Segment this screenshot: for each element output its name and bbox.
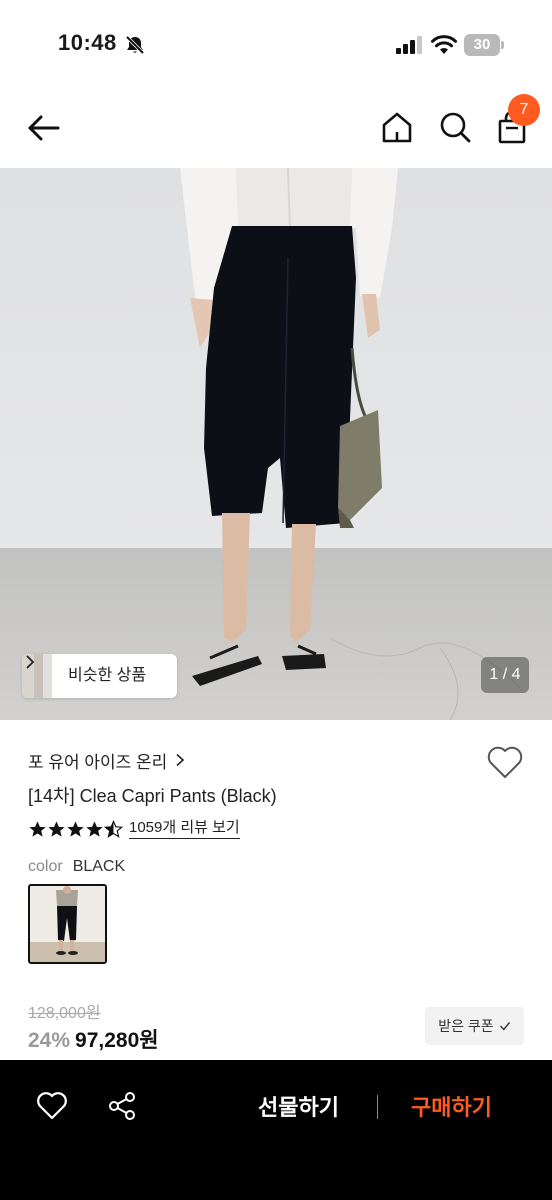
rating-row: 1059개 리뷰 보기 (28, 818, 240, 840)
coupon-label: 받은 쿠폰 (438, 1018, 494, 1034)
chevron-right-icon (26, 655, 35, 669)
wifi-icon (431, 35, 457, 54)
star-icon (48, 820, 65, 837)
bottom-action-bar: 선물하기 구매하기 (0, 1060, 552, 1200)
gift-button[interactable]: 선물하기 (258, 1090, 339, 1122)
status-time: 10:48 (58, 30, 117, 55)
battery-level: 30 (473, 36, 491, 53)
star-icon (86, 820, 103, 837)
nav-bar: 7 (0, 90, 552, 168)
brand-link[interactable]: 포 유어 아이즈 온리 (28, 748, 187, 772)
similar-products-button[interactable]: 비슷한 상품 (22, 654, 177, 698)
color-row: color BLACK (28, 858, 125, 876)
search-icon[interactable] (438, 110, 472, 144)
divider (377, 1095, 378, 1119)
signal-icon (396, 36, 422, 54)
original-price: 128,000원 (28, 1005, 101, 1022)
star-rating (28, 819, 123, 839)
home-icon[interactable] (380, 110, 414, 144)
check-icon (499, 1022, 510, 1031)
product-photo (0, 168, 552, 720)
battery-cap (501, 41, 504, 49)
wishlist-heart-icon[interactable] (486, 744, 524, 780)
image-page-indicator: 1 / 4 (481, 657, 529, 693)
cart-count-badge: 7 (508, 94, 540, 126)
product-image-carousel[interactable]: 비슷한 상품 1 / 4 (0, 168, 552, 720)
discount-rate: 24% (28, 1029, 71, 1052)
chevron-right-icon (176, 753, 185, 767)
price-row: 24% 97,280원 (28, 1024, 159, 1054)
similar-products-label: 비슷한 상품 (68, 667, 147, 684)
share-icon[interactable] (106, 1090, 138, 1122)
color-label: color (28, 858, 63, 875)
star-half-icon (104, 819, 123, 838)
received-coupon-button[interactable]: 받은 쿠폰 (425, 1007, 524, 1045)
status-bar: 10:48 30 (0, 0, 552, 90)
brand-name: 포 유어 아이즈 온리 (28, 752, 168, 772)
battery-indicator: 30 (464, 34, 504, 56)
reviews-link[interactable]: 1059개 리뷰 보기 (129, 819, 240, 839)
sale-price: 97,280원 (75, 1029, 159, 1052)
product-title: [14차] Clea Capri Pants (Black) (28, 786, 277, 806)
star-icon (29, 820, 46, 837)
color-value: BLACK (72, 858, 126, 875)
back-arrow-icon[interactable] (26, 110, 62, 146)
bell-muted-icon (125, 35, 145, 55)
star-icon (67, 820, 84, 837)
color-swatch-black[interactable] (28, 884, 107, 964)
heart-icon[interactable] (36, 1090, 68, 1122)
buy-button[interactable]: 구매하기 (411, 1090, 492, 1122)
swatch-thumbnail (30, 886, 105, 962)
